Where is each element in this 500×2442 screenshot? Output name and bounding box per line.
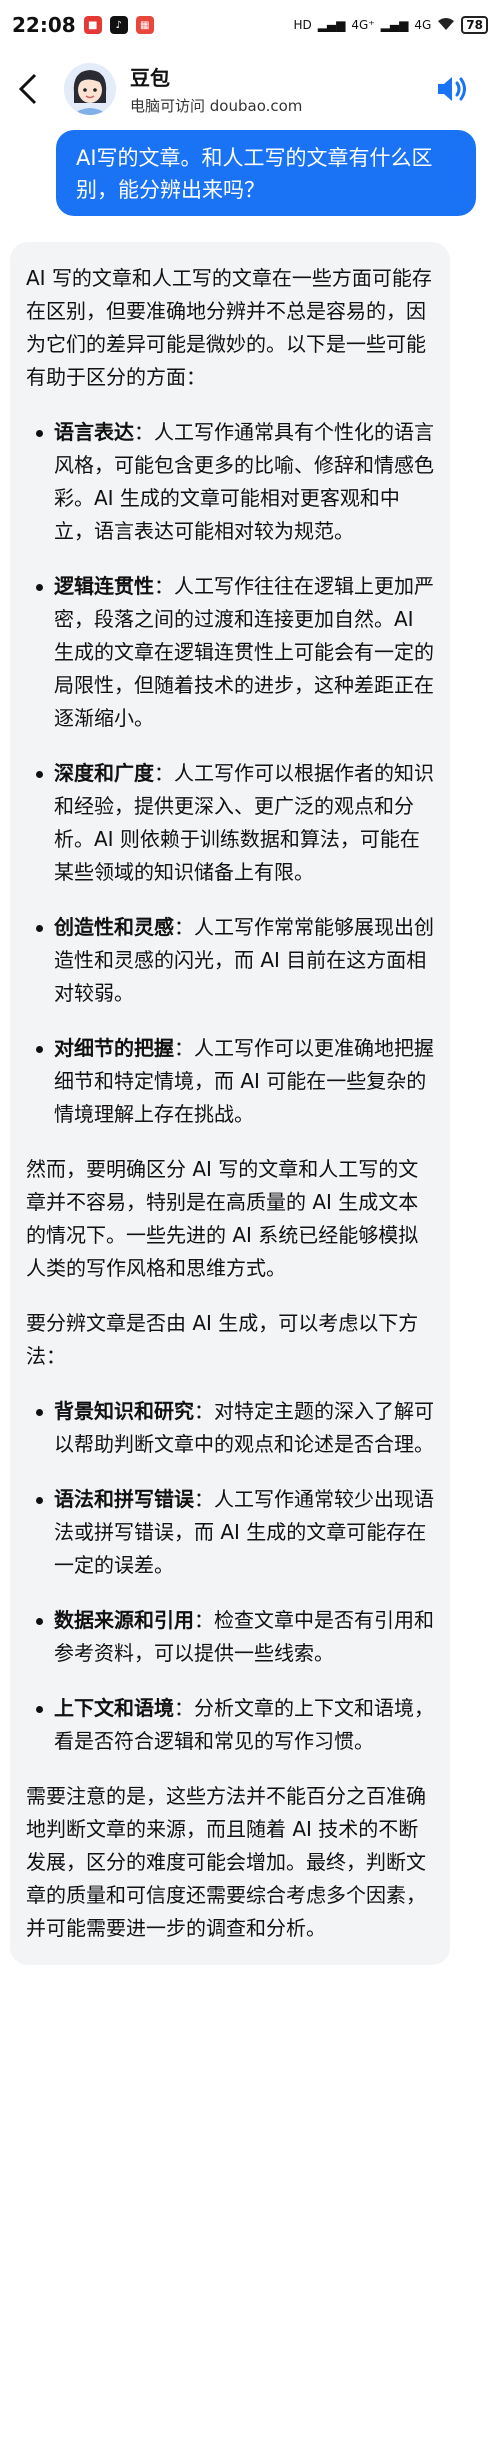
list-item: 创造性和灵感：人工写作常常能够展现出创造性和灵感的闪光，而 AI 目前在这方面相…: [26, 911, 434, 1010]
reply-middle: 然而，要明确区分 AI 写的文章和人工写的文章并不容易，特别是在高质量的 AI …: [26, 1157, 419, 1280]
methods-list: 背景知识和研究：对特定主题的深入了解可以帮助判断文章中的观点和论述是否合理。 语…: [26, 1395, 434, 1758]
speaker-icon: [438, 77, 466, 101]
bullet-dot: [36, 771, 43, 778]
list-item: 语言表达：人工写作通常具有个性化的语言风格，可能包含更多的比喻、修辞和情感色彩。…: [26, 416, 434, 548]
bullet-dot: [36, 1706, 43, 1713]
list-item: 语法和拼写错误：人工写作通常较少出现语法或拼写错误，而 AI 生成的文章可能存在…: [26, 1483, 434, 1582]
list-item-title: 上下文和语境: [54, 1696, 174, 1720]
reply-methods-intro: 要分辨文章是否由 AI 生成，可以考虑以下方法：: [26, 1311, 419, 1368]
bullet-dot: [36, 1409, 43, 1416]
reply-conclusion: 需要注意的是，这些方法并不能百分之百准确地判断文章的来源，而且随着 AI 技术的…: [26, 1784, 426, 1940]
aspects-list: 语言表达：人工写作通常具有个性化的语言风格，可能包含更多的比喻、修辞和情感色彩。…: [26, 416, 434, 1131]
user-message-bubble[interactable]: AI写的文章。和人工写的文章有什么区别，能分辨出来吗？: [56, 130, 476, 216]
header-title-block: 豆包 电脑可访问 doubao.com: [130, 62, 428, 116]
grid-app-icon: ▦: [135, 16, 154, 34]
tiktok-icon: ♪: [109, 16, 128, 34]
list-item-title: 逻辑连贯性: [54, 574, 154, 598]
network-label-2: 4G: [414, 18, 432, 32]
bot-name: 豆包: [130, 66, 170, 90]
list-item-title: 创造性和灵感: [54, 915, 174, 939]
list-item: 背景知识和研究：对特定主题的深入了解可以帮助判断文章中的观点和论述是否合理。: [26, 1395, 434, 1461]
hd-label: HD: [293, 18, 312, 32]
list-item-title: 语法和拼写错误: [54, 1487, 194, 1511]
reply-intro: AI 写的文章和人工写的文章在一些方面可能存在区别，但要准确地分辨并不总是容易的…: [26, 266, 432, 389]
status-time: 22:08: [12, 13, 76, 37]
back-arrow-icon: [18, 73, 37, 105]
list-item: 对细节的把握：人工写作可以更准确地把握细节和特定情境，而 AI 可能在一些复杂的…: [26, 1032, 434, 1131]
battery-indicator: 78: [461, 16, 488, 34]
bullet-dot: [36, 1046, 43, 1053]
bullet-dot: [36, 925, 43, 932]
network-label-1: 4G⁺: [351, 18, 375, 32]
wifi-icon: [437, 17, 455, 34]
signal-icon-1: ▂▄▆: [317, 18, 346, 32]
list-item-title: 语言表达: [54, 420, 134, 444]
bullet-dot: [36, 1497, 43, 1504]
list-item-title: 数据来源和引用: [54, 1608, 194, 1632]
list-item: 上下文和语境：分析文章的上下文和语境，看是否符合逻辑和常见的写作习惯。: [26, 1692, 434, 1758]
list-item-title: 对细节的把握: [54, 1036, 174, 1060]
chat-header: 豆包 电脑可访问 doubao.com: [0, 50, 500, 128]
status-right: HD ▂▄▆ 4G⁺ ▂▄▆ 4G 78: [293, 16, 488, 34]
status-bar: 22:08 ■ ♪ ▦ HD ▂▄▆ 4G⁺ ▂▄▆ 4G 78: [0, 0, 500, 50]
list-item: 逻辑连贯性：人工写作往往在逻辑上更加严密，段落之间的过渡和连接更加自然。AI 生…: [26, 570, 434, 735]
speaker-button[interactable]: [428, 65, 476, 113]
list-item-title: 背景知识和研究: [54, 1399, 194, 1423]
bot-subtitle: 电脑可访问 doubao.com: [130, 97, 303, 115]
status-left: 22:08 ■ ♪ ▦: [12, 13, 154, 37]
list-item: 数据来源和引用：检查文章中是否有引用和参考资料，可以提供一些线索。: [26, 1604, 434, 1670]
bot-avatar-icon: [64, 63, 116, 115]
list-item: 深度和广度：人工写作可以根据作者的知识和经验，提供更深入、更广泛的观点和分析。A…: [26, 757, 434, 889]
bot-reply-bubble[interactable]: AI 写的文章和人工写的文章在一些方面可能存在区别，但要准确地分辨并不总是容易的…: [10, 242, 450, 1965]
back-button[interactable]: [10, 71, 46, 107]
bullet-dot: [36, 1618, 43, 1625]
bot-avatar[interactable]: [64, 63, 116, 115]
user-message-text: AI写的文章。和人工写的文章有什么区别，能分辨出来吗？: [76, 146, 433, 202]
signal-icon-2: ▂▄▆: [380, 18, 409, 32]
app-notification-icon: ■: [83, 16, 102, 34]
bullet-dot: [36, 584, 43, 591]
list-item-title: 深度和广度: [54, 761, 154, 785]
bullet-dot: [36, 430, 43, 437]
